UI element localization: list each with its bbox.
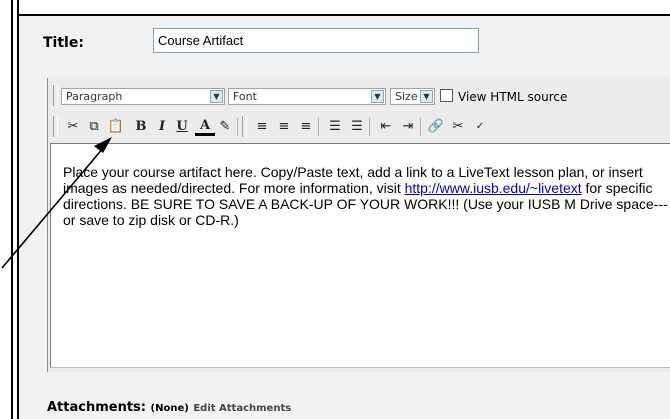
view-html-source-label: View HTML source bbox=[458, 90, 568, 104]
attachments-section: Attachments: (None) Edit Attachments bbox=[47, 400, 291, 415]
bullet-list-icon[interactable]: ☰ bbox=[347, 118, 367, 136]
unlink-icon[interactable]: ✂ bbox=[448, 118, 468, 136]
toolbar-grip bbox=[53, 85, 58, 106]
paste-icon[interactable]: 📋 bbox=[106, 118, 126, 136]
cut-icon[interactable]: ✂ bbox=[63, 118, 83, 136]
editor-toolbar-formatting: Paragraph ▼ Font ▼ Size ▼ View HTML sour… bbox=[48, 82, 670, 108]
title-label: Title: bbox=[43, 35, 84, 51]
align-center-icon[interactable]: ≡ bbox=[274, 118, 294, 136]
size-select[interactable]: Size ▼ bbox=[390, 88, 435, 105]
underline-button[interactable]: U bbox=[172, 118, 192, 136]
toolbar-grip bbox=[53, 116, 58, 137]
numbered-list-icon[interactable]: ☰ bbox=[325, 118, 345, 136]
font-select[interactable]: Font ▼ bbox=[228, 88, 386, 105]
toolbar-separator bbox=[318, 118, 319, 136]
outdent-icon[interactable]: ⇤ bbox=[376, 118, 396, 136]
attachments-status: (None) bbox=[150, 403, 189, 414]
spellcheck-icon[interactable]: ✓ bbox=[470, 118, 490, 136]
frame-left-outer-line bbox=[11, 0, 13, 419]
font-select-value: Font bbox=[233, 90, 257, 103]
livetext-link[interactable]: http://www.iusb.edu/~livetext bbox=[405, 180, 582, 196]
attachments-label: Attachments: bbox=[47, 400, 146, 415]
frame-top-line bbox=[17, 14, 670, 16]
chevron-down-icon: ▼ bbox=[371, 90, 384, 103]
title-input[interactable]: Course Artifact bbox=[153, 28, 479, 53]
editor-bottom-border bbox=[50, 367, 670, 368]
editor-toolbar-actions: ✂ ⧉ 📋 B I U A ✎ ≡ ≡ ≡ ☰ ☰ ⇤ ⇥ 🔗 ✂ ✓ bbox=[48, 113, 670, 139]
editor-content-text: Place your course artifact here. Copy/Pa… bbox=[63, 164, 668, 228]
bold-button[interactable]: B bbox=[131, 118, 151, 136]
link-icon[interactable]: 🔗 bbox=[426, 118, 446, 136]
toolbar-separator bbox=[420, 118, 421, 136]
toolbar-separator bbox=[237, 118, 238, 136]
font-color-button[interactable]: A bbox=[195, 118, 215, 136]
italic-button[interactable]: I bbox=[152, 118, 172, 136]
view-html-source-checkbox[interactable] bbox=[440, 89, 453, 102]
toolbar-grip bbox=[242, 116, 247, 137]
copy-icon[interactable]: ⧉ bbox=[84, 118, 104, 136]
indent-icon[interactable]: ⇥ bbox=[398, 118, 418, 136]
paragraph-select[interactable]: Paragraph ▼ bbox=[61, 88, 225, 105]
edit-attachments-link[interactable]: Edit Attachments bbox=[193, 403, 291, 414]
align-left-icon[interactable]: ≡ bbox=[252, 118, 272, 136]
align-right-icon[interactable]: ≡ bbox=[296, 118, 316, 136]
chevron-down-icon: ▼ bbox=[210, 90, 223, 103]
paragraph-select-value: Paragraph bbox=[66, 90, 123, 103]
highlight-icon[interactable]: ✎ bbox=[215, 118, 235, 136]
toolbar-separator bbox=[369, 118, 370, 136]
size-select-value: Size bbox=[395, 90, 418, 103]
chevron-down-icon: ▼ bbox=[420, 90, 433, 103]
